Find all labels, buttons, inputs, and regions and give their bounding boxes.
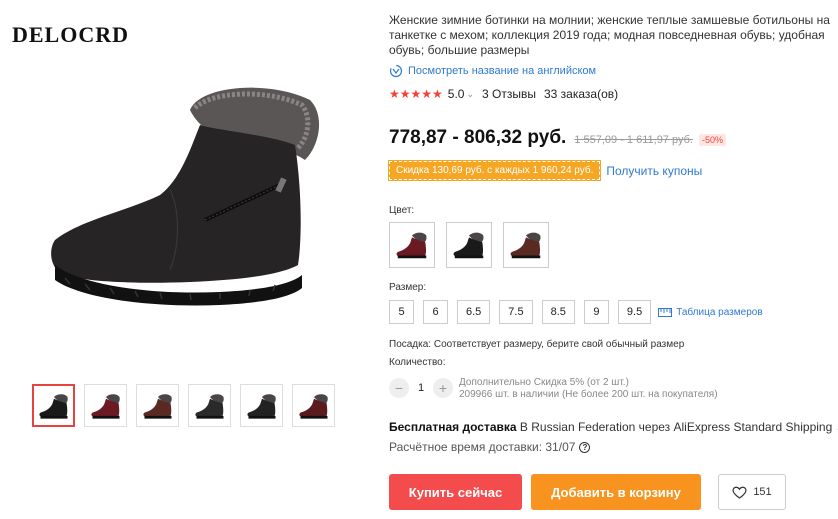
size-label: Размер: xyxy=(389,282,427,293)
thumbnail-4[interactable] xyxy=(188,384,231,427)
quantity-value[interactable]: 1 xyxy=(409,382,433,394)
price-row: 778,87 - 806,32 руб. 1 557,09 - 1 611,97… xyxy=(389,127,726,149)
old-price: 1 557,09 - 1 611,97 руб. xyxy=(574,134,693,146)
chevron-down-icon[interactable]: ⌄ xyxy=(466,89,474,100)
shipping-row[interactable]: Бесплатная доставка В Russian Federation… xyxy=(389,420,838,434)
extra-discount-text: Дополнительно Скидка 5% (от 2 шт.) xyxy=(459,377,629,388)
size-chart-text[interactable]: Таблица размеров xyxy=(676,307,762,318)
action-buttons: Купить сейчас Добавить в корзину 151 xyxy=(389,474,786,510)
color-options xyxy=(389,222,549,268)
size-option[interactable]: 7.5 xyxy=(499,300,533,324)
free-shipping-label: Бесплатная доставка xyxy=(389,420,517,434)
heart-icon xyxy=(732,486,747,499)
stock-info: Дополнительно Скидка 5% (от 2 шт.) 20996… xyxy=(459,377,718,401)
rating-row: ★★★★★ 5.0 ⌄ 3 Отзывы 33 заказа(ов) xyxy=(389,87,618,101)
wishlist-button[interactable]: 151 xyxy=(718,474,786,510)
translate-icon xyxy=(389,64,403,78)
current-price: 778,87 - 806,32 руб. xyxy=(389,127,567,148)
size-options: 5 6 6.5 7.5 8.5 9 9.5 Таблица размеров xyxy=(389,300,763,324)
thumbnail-6[interactable] xyxy=(292,384,335,427)
discount-badge: -50% xyxy=(698,134,726,146)
thumbnail-3[interactable] xyxy=(136,384,179,427)
add-to-cart-button[interactable]: Добавить в корзину xyxy=(531,474,701,510)
star-rating-icon: ★★★★★ xyxy=(389,87,443,101)
fit-note: Посадка: Соответствует размеру, берите с… xyxy=(389,339,685,350)
buy-now-button[interactable]: Купить сейчас xyxy=(389,474,522,510)
size-option[interactable]: 6.5 xyxy=(457,300,491,324)
get-coupons-link[interactable]: Получить купоны xyxy=(606,164,702,178)
coupon-row: Скидка 130,69 руб. с каждых 1 960,24 руб… xyxy=(387,160,702,181)
ruler-icon xyxy=(658,307,673,317)
size-option[interactable]: 9 xyxy=(583,300,609,324)
translate-link[interactable]: Посмотреть название на английском xyxy=(389,64,596,78)
question-icon[interactable]: ? xyxy=(579,441,591,453)
main-product-image[interactable] xyxy=(40,70,340,350)
size-option[interactable]: 9.5 xyxy=(617,300,652,324)
quantity-decrease-button[interactable]: − xyxy=(389,378,409,398)
quantity-label: Количество: xyxy=(389,357,446,368)
delivery-eta: Расчётное время доставки: 31/07 ? xyxy=(389,440,591,454)
coupon-badge: Скидка 130,69 руб. с каждых 1 960,24 руб… xyxy=(387,160,602,181)
reviews-count[interactable]: 3 Отзывы xyxy=(482,87,536,101)
product-title: Женские зимние ботинки на молнии; женски… xyxy=(389,13,830,57)
color-option-black[interactable] xyxy=(446,222,492,268)
stock-text: 209966 шт. в наличии (Не более 200 шт. н… xyxy=(459,389,718,400)
delivery-eta-text: Расчётное время доставки: 31/07 xyxy=(389,440,576,454)
rating-value[interactable]: 5.0 xyxy=(448,87,465,101)
size-option[interactable]: 5 xyxy=(389,300,414,324)
thumbnail-2[interactable] xyxy=(84,384,127,427)
thumbnail-1[interactable] xyxy=(32,384,75,427)
quantity-stepper: − 1 + xyxy=(389,378,453,398)
color-label: Цвет: xyxy=(389,205,415,216)
size-option[interactable]: 8.5 xyxy=(541,300,575,324)
brand-logo: DELOCRD xyxy=(12,22,130,47)
thumbnail-strip xyxy=(32,384,335,427)
shipping-details: В Russian Federation через AliExpress St… xyxy=(519,420,833,434)
size-chart-link[interactable]: Таблица размеров xyxy=(658,307,763,318)
orders-count: 33 заказа(ов) xyxy=(544,87,619,101)
color-option-brown[interactable] xyxy=(503,222,549,268)
translate-link-text[interactable]: Посмотреть название на английском xyxy=(408,65,596,77)
quantity-increase-button[interactable]: + xyxy=(433,378,453,398)
wishlist-count: 151 xyxy=(753,486,772,498)
color-option-wine-red[interactable] xyxy=(389,222,435,268)
product-gallery: DELOCRD xyxy=(0,0,380,519)
thumbnail-5[interactable] xyxy=(240,384,283,427)
size-option[interactable]: 6 xyxy=(423,300,448,324)
